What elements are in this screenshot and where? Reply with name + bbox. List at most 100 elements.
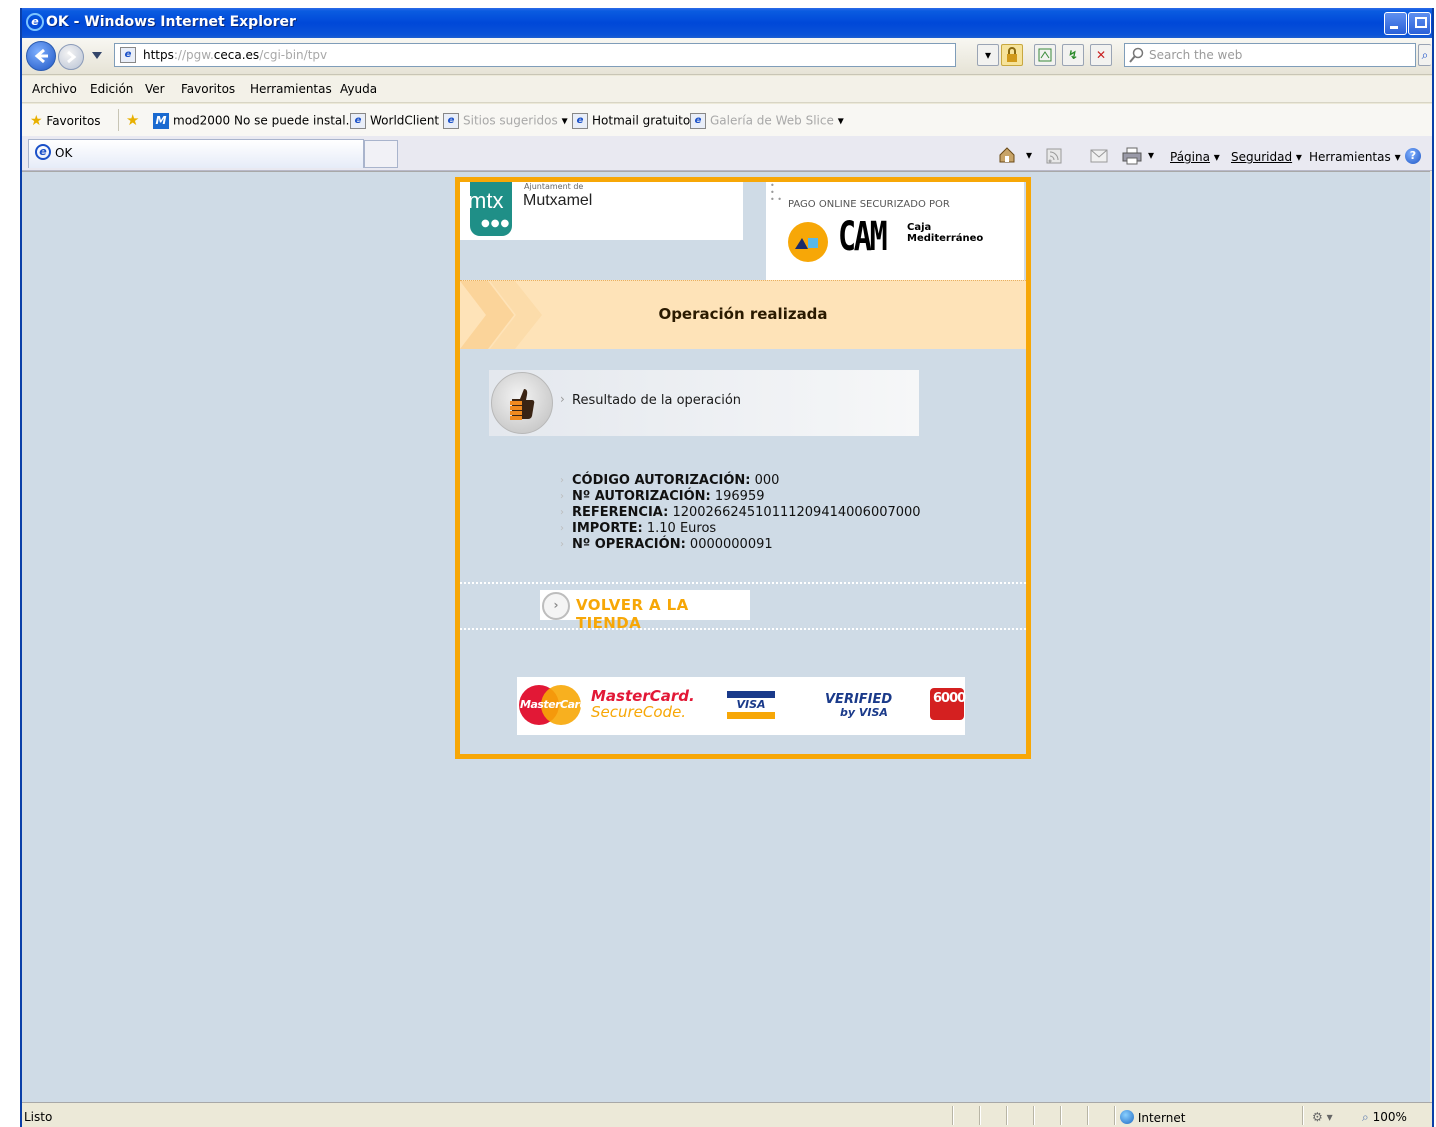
search-go-icon[interactable]: ⌕ [1418,44,1431,66]
detail-row: › REFERENCIA: 120026624510111209414006007… [560,505,921,520]
globe-icon [1120,1110,1134,1124]
town-name: Mutxamel [523,192,593,209]
ie-logo-icon: e [26,13,44,31]
protected-mode-icon[interactable]: ⚙ ▾ [1312,1110,1333,1124]
ie-page-icon: e [572,113,588,129]
page-icon: e [120,47,136,63]
security-menu[interactable]: Seguridad ▾ [1231,150,1302,164]
history-dropdown-icon[interactable] [92,52,102,60]
detail-row: › Nº OPERACIÓN: 0000000091 [560,537,773,552]
refresh-icon[interactable]: ↯ [1062,44,1084,66]
status-bar: Listo Internet ⚙ ▾ ⌕ 100% [22,1102,1432,1127]
mastercard-securecode-logo: MasterCard. SecureCode. [591,687,695,721]
title-bar: e OK - Windows Internet Explorer [22,8,1432,38]
search-icon [1129,47,1144,63]
page-viewport: mtx ●●● Ajuntament de Mutxamel • • • • PAG… [22,171,1430,1102]
operation-status-title: Operación realizada [658,305,828,323]
menu-favoritos[interactable]: Favoritos [181,82,235,96]
favorites-bar: ★ Favoritos ★ Mmod2000 No se puede insta… [22,104,1432,137]
mastercard-logo: MasterCard [519,685,587,725]
address-row: e https://pgw.ceca.es/cgi-bin/tpv ▾ ↯ ✕ … [22,38,1432,75]
visa-logo: VISA [727,691,775,721]
new-tab-button[interactable] [364,140,398,168]
detail-row: › IMPORTE: 1.10 Euros [560,521,717,536]
back-button[interactable] [26,41,56,71]
detail-row: › Nº AUTORIZACIÓN: 196959 [560,489,765,504]
fav-link-mod2000[interactable]: Mmod2000 No se puede instal... [153,113,357,129]
zoom-control[interactable]: ⌕ 100% [1362,1110,1407,1125]
star-icon: ★ [30,113,43,129]
operation-banner: Operación realizada [460,280,1026,349]
verified-by-visa-logo: VERIFIED by VISA [825,692,893,719]
divider [460,582,1026,584]
menu-ayuda[interactable]: Ayuda [340,82,377,96]
payment-result-panel: mtx ●●● Ajuntament de Mutxamel • • • • PAG… [455,177,1031,759]
stop-icon[interactable]: ✕ [1090,44,1112,66]
result-label: Resultado de la operación [572,393,742,408]
fav-link-hotmail[interactable]: e Hotmail gratuito [572,113,690,129]
address-input[interactable]: e https://pgw.ceca.es/cgi-bin/tpv [114,43,956,67]
browser-window: e OK - Windows Internet Explorer e https… [20,8,1434,1127]
ie-page-icon: e [690,113,706,129]
back-to-store-label: VOLVER A LA TIENDA [576,596,689,632]
feeds-icon[interactable] [1046,148,1062,164]
tab-label: OK [55,146,73,160]
forward-button[interactable] [58,44,84,70]
compatibility-view-icon[interactable] [1034,44,1056,66]
ie-page-icon: e [350,113,366,129]
security-zone[interactable]: Internet [1120,1110,1185,1125]
forward-arrow-icon [67,50,77,64]
cam-circle-icon [788,222,828,262]
tab-ie-icon: e [35,144,51,160]
chevron-right-icon: › [560,392,565,406]
lock-icon[interactable] [1001,44,1023,66]
fav-link-sitios-sugeridos[interactable]: e Sitios sugeridos ▾ [443,113,568,129]
ie-page-icon: e [443,113,459,129]
card-logos: MasterCard MasterCard. SecureCode. VISA … [517,677,966,735]
fav-link-worldclient[interactable]: e WorldClient [350,113,439,129]
menu-edicion[interactable]: Edición [90,82,133,96]
help-icon[interactable]: ? [1405,148,1421,164]
mtx-badge: mtx ●●● [468,182,512,236]
tab-ok[interactable]: e OK [28,139,364,168]
cam-wordmark: CAM [838,214,888,260]
zoom-icon: ⌕ [1362,1110,1369,1124]
thumbs-up-icon [491,372,553,434]
status-text: Listo [24,1110,53,1124]
add-favorite-icon[interactable]: ★ [126,111,139,129]
tools-menu[interactable]: Herramientas ▾ [1309,150,1401,164]
home-dropdown-icon[interactable]: ▾ [1026,148,1032,162]
mutxamel-logo: mtx ●●● Ajuntament de Mutxamel [460,182,743,240]
window-title: OK - Windows Internet Explorer [46,14,296,30]
print-icon[interactable] [1122,147,1142,165]
tab-row: e OK ▾ ▾ Página ▾ Seguridad ▾ Herramient… [22,136,1432,171]
search-input[interactable]: Search the web [1124,43,1416,67]
caja-mediterraneo-label: Caja Mediterráneo [907,222,984,244]
minimize-button[interactable] [1384,12,1407,35]
menu-herramientas[interactable]: Herramientas [250,82,332,96]
back-arrow-icon [34,48,48,64]
cam-logo-area: • • • • PAGO ONLINE SECURIZADO POR CAM Caj… [766,182,1024,280]
search-placeholder: Search the web [1149,48,1243,62]
back-to-store-button[interactable]: › VOLVER A LA TIENDA [540,590,750,632]
mail-icon[interactable] [1090,149,1108,163]
result-header-box: › Resultado de la operación [489,370,919,436]
menu-ver[interactable]: Ver [145,82,165,96]
favorites-button[interactable]: ★ Favoritos [30,113,101,129]
fav-link-web-slice[interactable]: e Galería de Web Slice ▾ [690,113,844,129]
menu-archivo[interactable]: Archivo [32,82,77,96]
ajuntament-label: Ajuntament de [524,182,584,191]
m-site-icon: M [153,113,169,129]
chevron-circle-icon: › [542,592,570,620]
restore-button[interactable] [1408,12,1431,35]
address-dropdown-button[interactable]: ▾ [977,44,999,66]
print-dropdown-icon[interactable]: ▾ [1148,148,1154,162]
divider [460,628,1026,630]
operation-details: › CÓDIGO AUTORIZACIÓN: 000 › Nº AUTORIZACI… [560,473,921,553]
detail-row: › CÓDIGO AUTORIZACIÓN: 000 [560,473,780,488]
menu-bar: Archivo Edición Ver Favoritos Herramient… [22,76,1432,103]
page-menu[interactable]: Página ▾ [1170,150,1220,164]
logo-6000: 6000 [930,688,966,720]
home-icon[interactable] [998,146,1016,164]
url-text: https://pgw.ceca.es/cgi-bin/tpv [143,48,328,62]
